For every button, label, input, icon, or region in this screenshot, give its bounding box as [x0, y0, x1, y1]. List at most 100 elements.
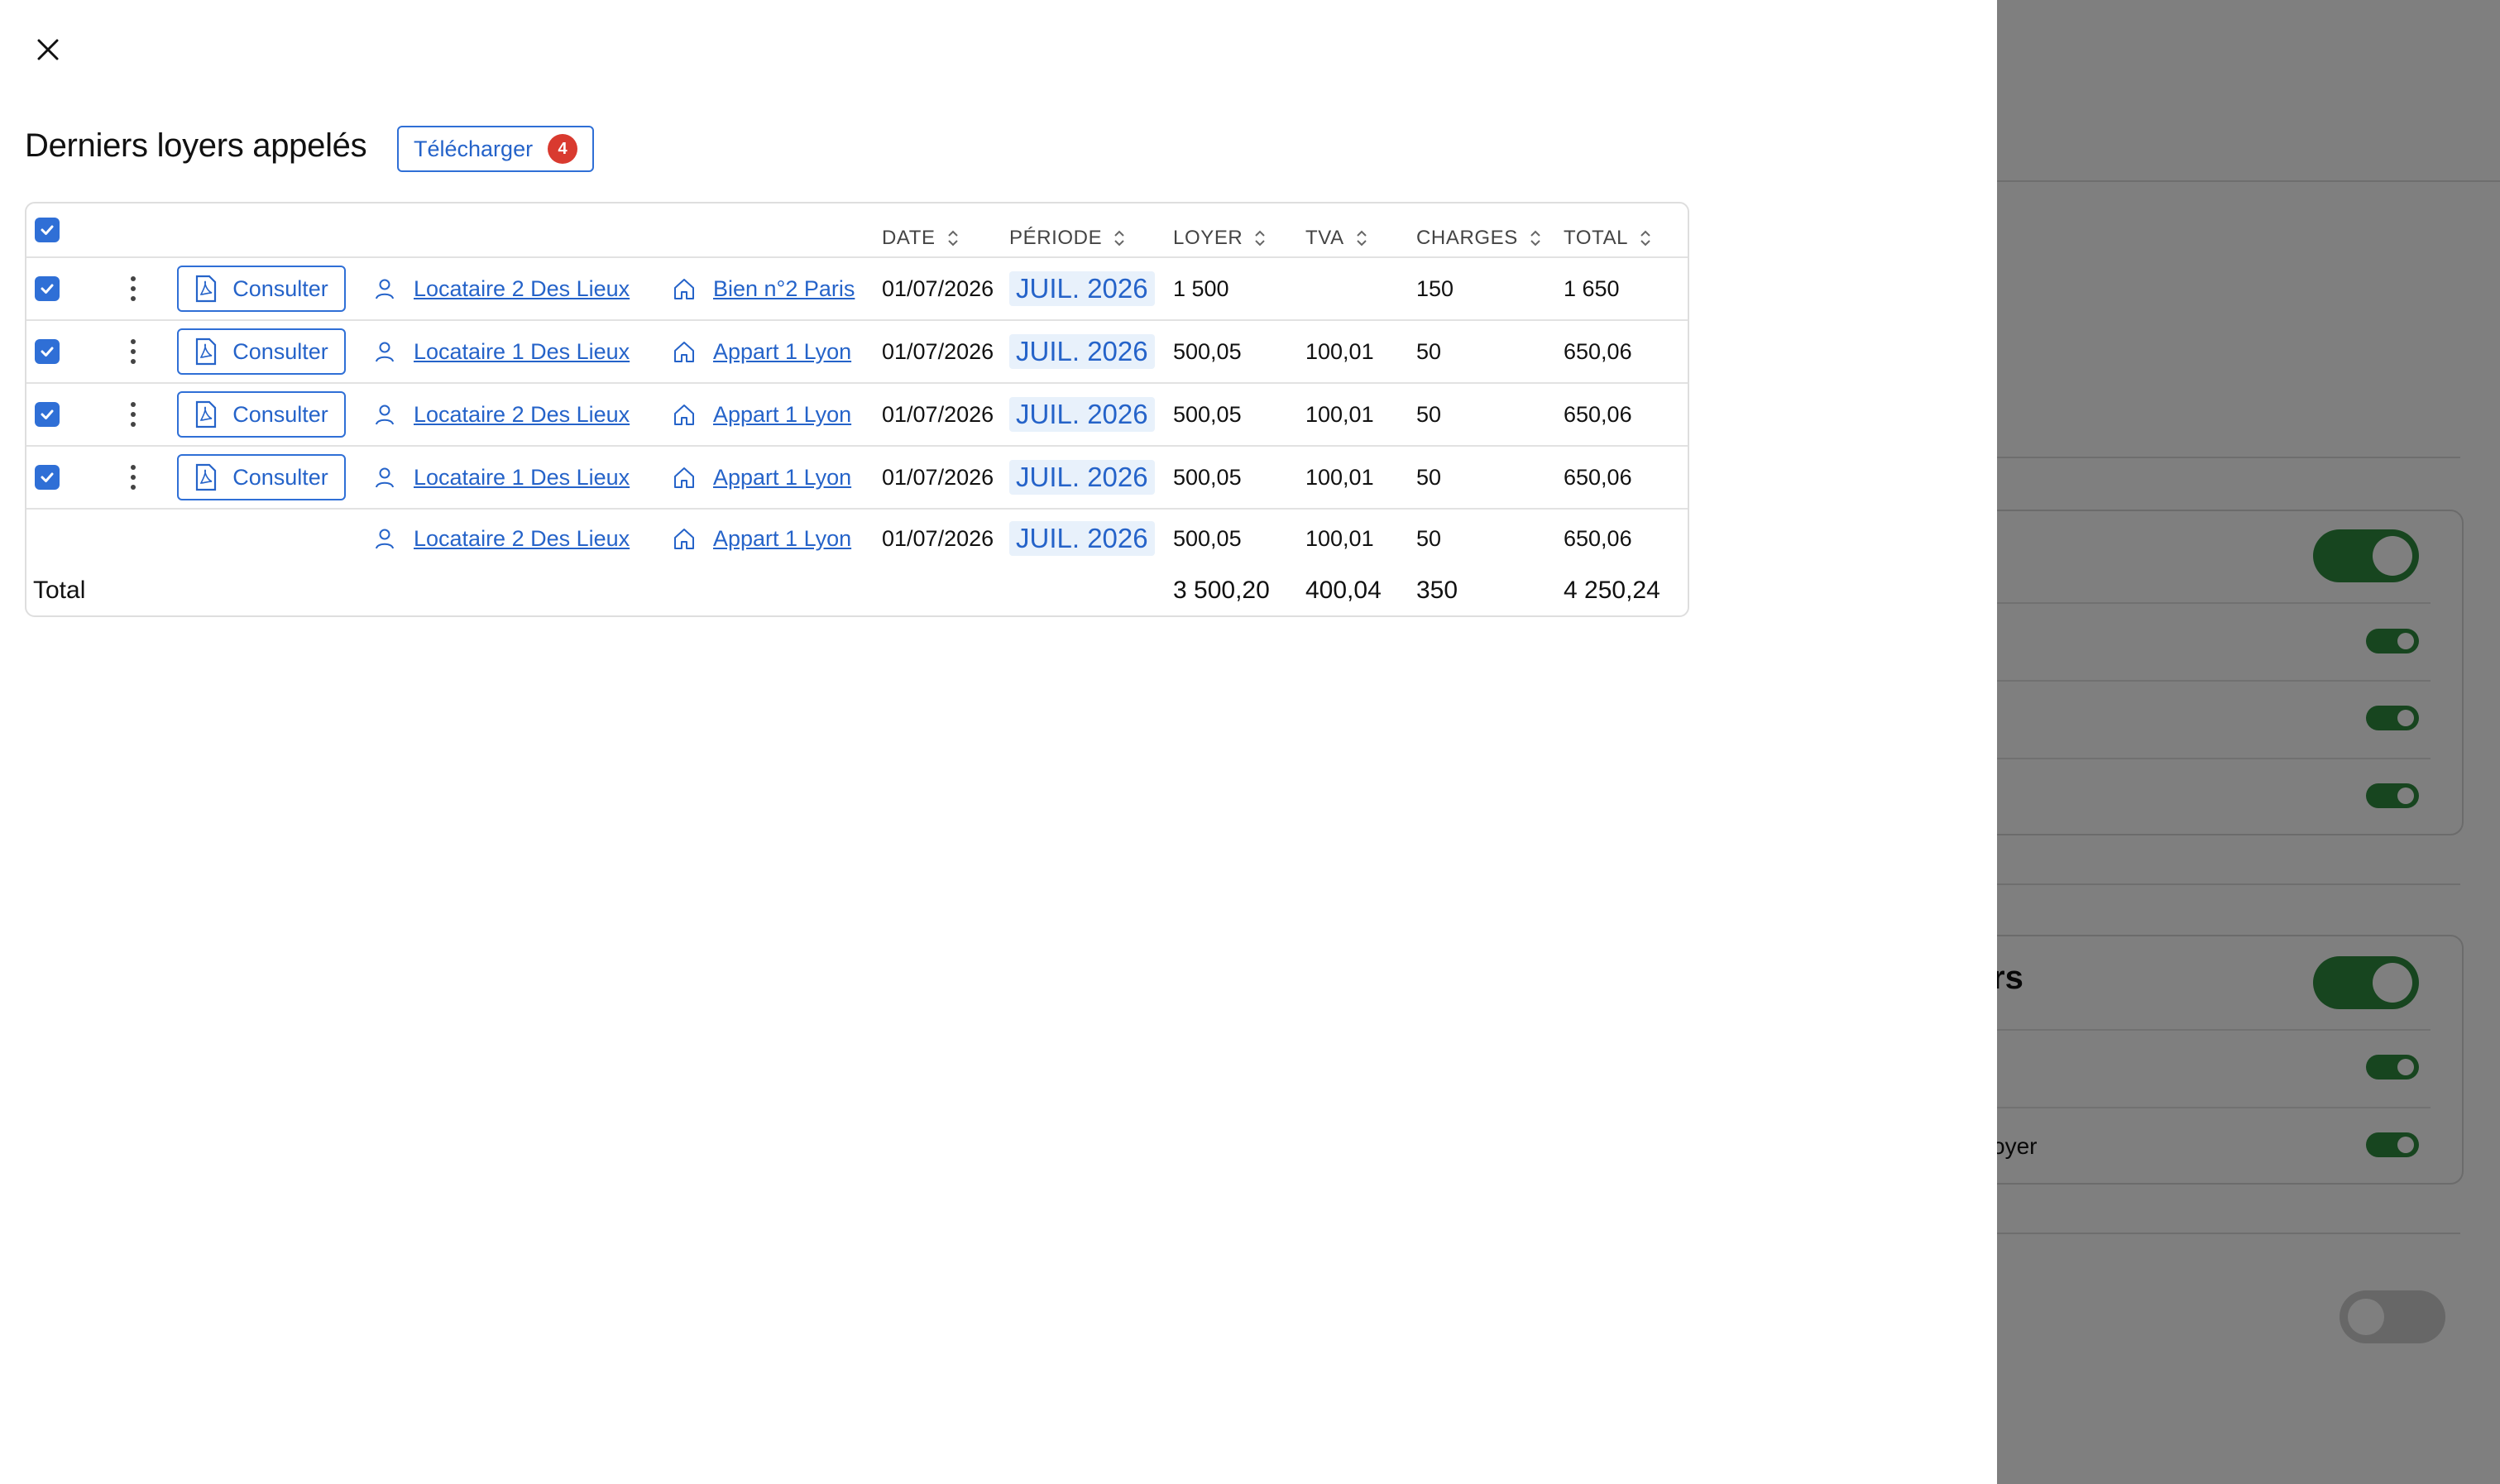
consult-button-label: Consulter [232, 464, 328, 490]
more-options-icon[interactable] [131, 465, 136, 490]
pdf-file-icon [196, 275, 217, 303]
sort-icon [1255, 230, 1266, 247]
table-row: Locataire 2 Des Lieux Appart 1 Lyon 01/0… [26, 510, 1688, 567]
consult-button[interactable]: Consulter [177, 454, 346, 500]
check-icon [41, 225, 54, 235]
tenant-name: Locataire 2 Des Lieux [414, 525, 630, 551]
period-badge: JUIL. 2026 [1009, 397, 1155, 432]
rent-cell: 500,05 [1173, 464, 1242, 490]
property-link[interactable]: Appart 1 Lyon [672, 339, 851, 365]
totals-row: Total 3 500,20 400,04 350 4 250,24 [26, 567, 1688, 614]
tenant-link[interactable]: Locataire 2 Des Lieux [372, 402, 630, 428]
charges-cell: 50 [1416, 401, 1442, 427]
more-options-icon[interactable] [131, 339, 136, 364]
property-link[interactable]: Appart 1 Lyon [672, 465, 851, 491]
more-options-icon[interactable] [131, 276, 136, 301]
close-button[interactable] [25, 30, 71, 69]
property-link[interactable]: Appart 1 Lyon [672, 402, 851, 428]
vat-cell: 100,01 [1305, 464, 1374, 490]
tenant-link[interactable]: Locataire 2 Des Lieux [372, 526, 630, 552]
tenant-link[interactable]: Locataire 1 Des Lieux [372, 465, 630, 491]
download-button-label: Télécharger [414, 136, 534, 161]
charges-cell: 50 [1416, 525, 1442, 551]
select-all-checkbox[interactable] [35, 218, 60, 242]
period-badge: JUIL. 2026 [1009, 334, 1155, 369]
check-icon [41, 409, 54, 419]
sort-icon [1640, 230, 1650, 247]
charges-cell: 50 [1416, 464, 1442, 490]
property-link[interactable]: Appart 1 Lyon [672, 526, 851, 552]
charges-cell: 150 [1416, 275, 1454, 301]
consult-button[interactable]: Consulter [177, 266, 346, 312]
charges-cell: 50 [1416, 338, 1442, 364]
tenant-link[interactable]: Locataire 1 Des Lieux [372, 339, 630, 365]
home-icon [674, 467, 694, 488]
consult-button[interactable]: Consulter [177, 328, 346, 375]
consult-button-label: Consulter [232, 275, 328, 301]
property-name: Appart 1 Lyon [713, 525, 852, 551]
consult-button-label: Consulter [232, 401, 328, 427]
consult-button[interactable]: Consulter [177, 391, 346, 438]
vat-cell: 100,01 [1305, 401, 1374, 427]
column-header-label: LOYER [1173, 227, 1243, 249]
date-cell: 01/07/2026 [882, 464, 994, 490]
total-vat: 400,04 [1305, 577, 1382, 604]
rent-cell: 500,05 [1173, 525, 1242, 551]
rents-table: DATE PÉRIODE LOYER TVA CHARGES TOTAL Con… [25, 202, 1689, 617]
user-icon [376, 529, 394, 549]
table-row: Consulter Locataire 2 Des Lieux Appart 1… [26, 384, 1688, 445]
home-icon [674, 342, 694, 362]
table-row: Consulter Locataire 2 Des Lieux Bien n°2… [26, 258, 1688, 319]
grand-total: 4 250,24 [1564, 577, 1660, 604]
home-icon [674, 529, 694, 549]
property-name: Appart 1 Lyon [713, 338, 852, 364]
page-title: Derniers loyers appelés [25, 127, 367, 164]
home-icon [674, 405, 694, 425]
date-cell: 01/07/2026 [882, 401, 994, 427]
total-rent: 3 500,20 [1173, 577, 1270, 604]
vat-cell: 100,01 [1305, 525, 1374, 551]
selection-count-badge: 4 [548, 134, 578, 164]
check-icon [41, 472, 54, 482]
row-checkbox[interactable] [35, 465, 60, 490]
column-header-label: DATE [882, 227, 936, 249]
tenant-name: Locataire 2 Des Lieux [414, 401, 630, 427]
column-header-label: PÉRIODE [1009, 227, 1103, 249]
property-name: Appart 1 Lyon [713, 464, 852, 490]
period-badge: JUIL. 2026 [1009, 460, 1155, 495]
rent-calls-drawer: Derniers loyers appelés Télécharger 4 DA… [0, 0, 1997, 1484]
row-checkbox[interactable] [35, 402, 60, 427]
date-cell: 01/07/2026 [882, 275, 994, 301]
pdf-file-icon [196, 337, 217, 366]
column-header-label: CHARGES [1416, 227, 1518, 249]
row-checkbox[interactable] [35, 339, 60, 364]
rent-cell: 500,05 [1173, 338, 1242, 364]
date-cell: 01/07/2026 [882, 525, 994, 551]
pdf-file-icon [196, 463, 217, 491]
tenant-link[interactable]: Locataire 2 Des Lieux [372, 276, 630, 302]
sort-icon [1530, 230, 1540, 247]
total-cell: 650,06 [1564, 401, 1632, 427]
table-row: Consulter Locataire 1 Des Lieux Appart 1… [26, 447, 1688, 508]
tenant-name: Locataire 2 Des Lieux [414, 275, 630, 301]
pdf-file-icon [196, 400, 217, 428]
row-checkbox[interactable] [35, 276, 60, 301]
sort-icon [947, 230, 958, 247]
rent-cell: 500,05 [1173, 401, 1242, 427]
check-icon [41, 347, 54, 357]
check-icon [41, 284, 54, 294]
property-name: Bien n°2 Paris [713, 275, 855, 301]
home-icon [674, 279, 694, 299]
more-options-icon[interactable] [131, 402, 136, 427]
user-icon [376, 342, 394, 362]
column-header-label: TOTAL [1564, 227, 1629, 249]
sort-icon [1114, 230, 1124, 247]
total-cell: 650,06 [1564, 525, 1632, 551]
rent-cell: 1 500 [1173, 275, 1229, 301]
download-button[interactable]: Télécharger 4 [397, 126, 595, 172]
property-link[interactable]: Bien n°2 Paris [672, 276, 855, 302]
vat-cell: 100,01 [1305, 338, 1374, 364]
date-cell: 01/07/2026 [882, 338, 994, 364]
tenant-name: Locataire 1 Des Lieux [414, 338, 630, 364]
total-cell: 1 650 [1564, 275, 1620, 301]
